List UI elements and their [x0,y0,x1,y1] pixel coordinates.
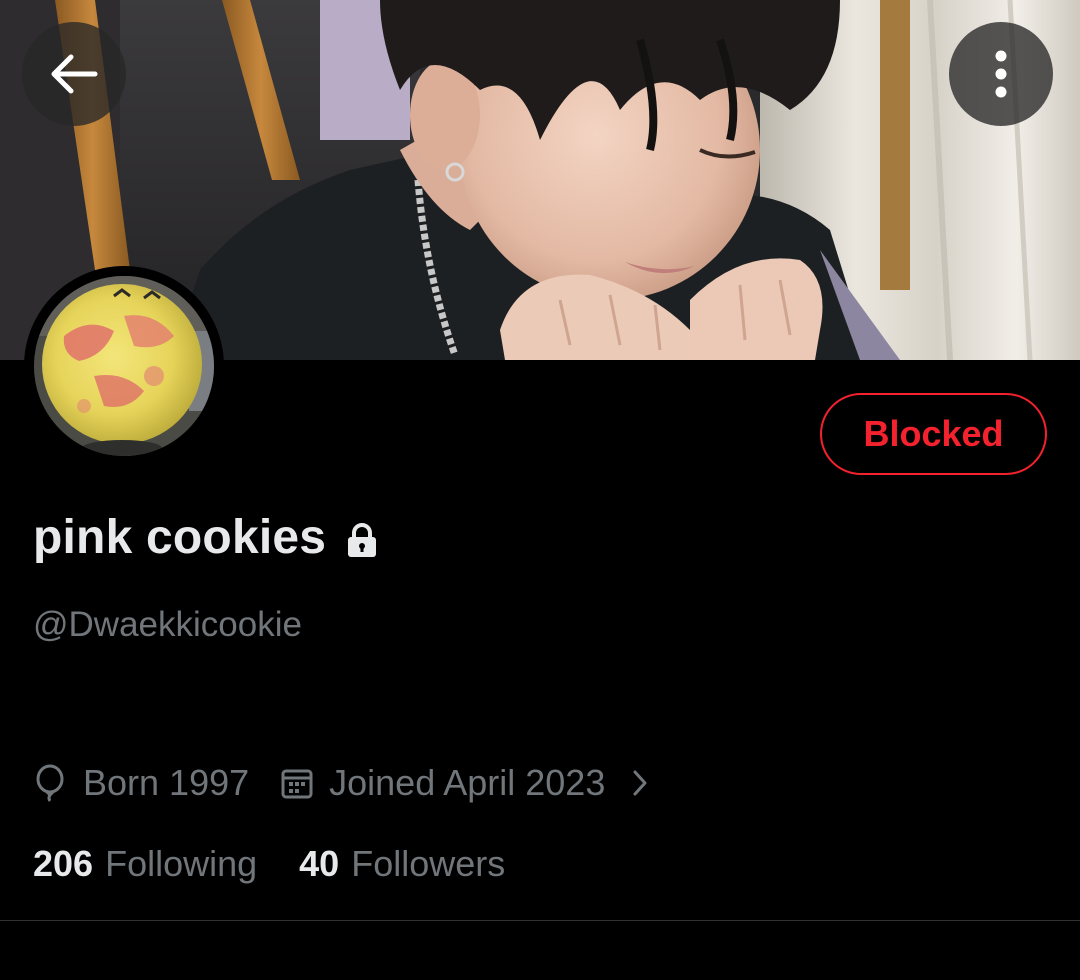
display-name-row: pink cookies [33,510,378,565]
profile-meta: Born 1997 Joined April 2023 [33,762,649,804]
display-name: pink cookies [33,511,327,564]
more-vertical-icon [994,49,1008,99]
blocked-button[interactable]: Blocked [820,393,1047,475]
balloon-icon [33,764,67,802]
back-button[interactable] [22,22,126,126]
followers-count: 40 [299,843,340,884]
follow-stats: 206 Following 40 Followers [33,843,505,885]
more-options-button[interactable] [949,22,1053,126]
following-label: Following [105,843,258,884]
calendar-icon [281,767,313,799]
avatar-image [34,276,214,456]
followers-link[interactable]: 40 Followers [299,843,505,885]
chevron-right-icon [631,768,649,798]
divider [0,920,1080,921]
avatar[interactable] [24,266,224,466]
birth-date: Born 1997 [33,762,249,804]
arrow-left-icon [49,53,99,95]
joined-text: Joined April 2023 [329,762,606,803]
birth-text: Born 1997 [83,762,250,803]
lock-icon [346,522,378,557]
handle: @Dwaekkicookie [33,605,302,644]
following-link[interactable]: 206 Following [33,843,257,885]
followers-label: Followers [351,843,506,884]
following-count: 206 [33,843,94,884]
joined-date[interactable]: Joined April 2023 [281,762,649,804]
